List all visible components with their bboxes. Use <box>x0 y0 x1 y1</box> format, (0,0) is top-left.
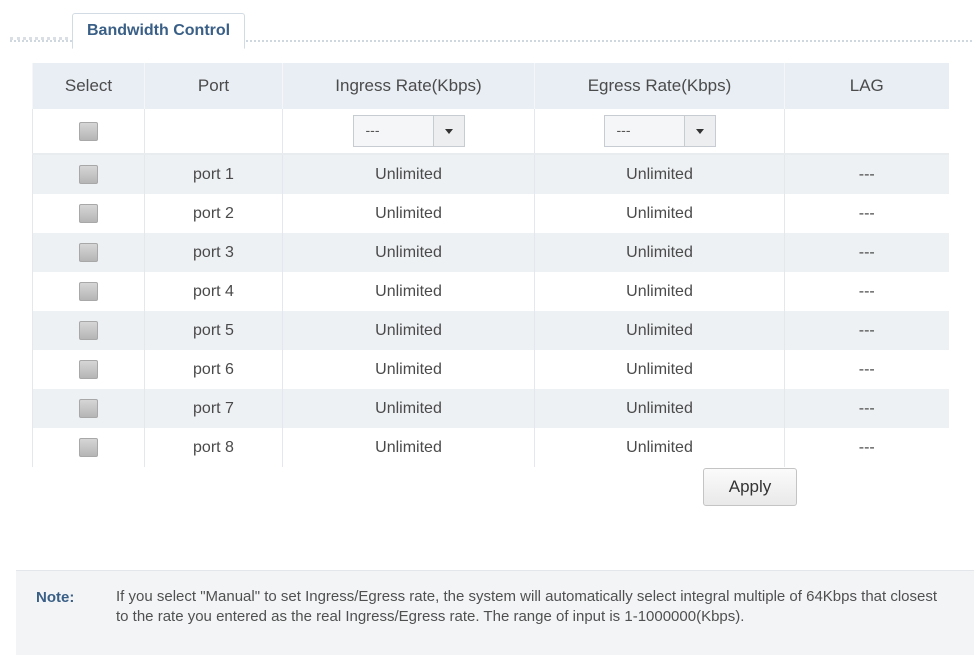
tab-bandwidth-control[interactable]: Bandwidth Control <box>72 13 246 49</box>
ingress-cell: Unlimited <box>282 428 535 467</box>
lag-cell: --- <box>784 154 949 194</box>
bandwidth-table-container: Select Port Ingress Rate(Kbps) Egress Ra… <box>32 63 949 467</box>
egress-cell: Unlimited <box>534 389 785 428</box>
column-header-ingress-rate: Ingress Rate(Kbps) <box>282 63 535 109</box>
table-row: port 5 Unlimited Unlimited --- <box>32 311 949 350</box>
select-cell <box>32 194 145 233</box>
table-row: port 4 Unlimited Unlimited --- <box>32 272 949 311</box>
row-checkbox[interactable] <box>79 243 98 262</box>
chevron-down-icon <box>695 129 704 134</box>
egress-cell: Unlimited <box>534 428 785 467</box>
table-row: port 1 Unlimited Unlimited --- <box>32 154 949 194</box>
table-row: port 2 Unlimited Unlimited --- <box>32 194 949 233</box>
select-cell <box>32 350 145 389</box>
row-checkbox[interactable] <box>79 204 98 223</box>
select-cell <box>32 272 145 311</box>
egress-cell: Unlimited <box>534 350 785 389</box>
egress-cell: Unlimited <box>534 194 785 233</box>
bandwidth-table: Select Port Ingress Rate(Kbps) Egress Ra… <box>32 63 949 467</box>
ingress-cell: Unlimited <box>282 233 535 272</box>
note-panel: Note: If you select "Manual" to set Ingr… <box>16 570 974 655</box>
lag-cell: --- <box>784 194 949 233</box>
ingress-cell: Unlimited <box>282 154 535 194</box>
ingress-cell: Unlimited <box>282 350 535 389</box>
chevron-down-icon <box>444 129 453 134</box>
egress-cell: Unlimited <box>534 233 785 272</box>
filter-ingress-cell: --- <box>282 109 535 155</box>
port-cell: port 3 <box>144 233 283 272</box>
select-cell <box>32 389 145 428</box>
egress-rate-select-value: --- <box>616 122 631 138</box>
tab-bar: Bandwidth Control <box>10 10 972 49</box>
port-cell: port 2 <box>144 194 283 233</box>
select-cell <box>32 311 145 350</box>
table-header-row: Select Port Ingress Rate(Kbps) Egress Ra… <box>32 63 949 109</box>
filter-egress-cell: --- <box>534 109 785 155</box>
note-label: Note: <box>36 589 75 606</box>
row-checkbox[interactable] <box>79 360 98 379</box>
port-cell: port 5 <box>144 311 283 350</box>
ingress-cell: Unlimited <box>282 389 535 428</box>
ingress-cell: Unlimited <box>282 194 535 233</box>
lag-cell: --- <box>784 233 949 272</box>
row-checkbox[interactable] <box>79 438 98 457</box>
port-cell: port 7 <box>144 389 283 428</box>
table-row: port 7 Unlimited Unlimited --- <box>32 389 949 428</box>
select-cell <box>32 233 145 272</box>
ingress-rate-select[interactable]: --- <box>352 115 465 147</box>
filter-select-cell <box>32 109 145 155</box>
column-header-select: Select <box>32 63 145 109</box>
lag-cell: --- <box>784 428 949 467</box>
port-cell: port 6 <box>144 350 283 389</box>
row-checkbox[interactable] <box>79 165 98 184</box>
column-header-port: Port <box>144 63 283 109</box>
egress-dropdown-button[interactable] <box>683 116 715 146</box>
note-text: If you select "Manual" to set Ingress/Eg… <box>116 588 938 625</box>
lag-cell: --- <box>784 272 949 311</box>
table-row: port 8 Unlimited Unlimited --- <box>32 428 949 467</box>
port-cell: port 4 <box>144 272 283 311</box>
select-all-checkbox[interactable] <box>79 121 98 141</box>
filter-lag-cell <box>784 109 949 155</box>
ingress-cell: Unlimited <box>282 311 535 350</box>
egress-cell: Unlimited <box>534 311 785 350</box>
apply-button[interactable]: Apply <box>703 468 797 506</box>
column-header-lag: LAG <box>784 63 949 109</box>
port-cell: port 8 <box>144 428 283 467</box>
egress-cell: Unlimited <box>534 154 785 194</box>
select-cell <box>32 154 145 194</box>
port-cell: port 1 <box>144 154 283 194</box>
filter-row: --- --- <box>32 109 949 155</box>
column-header-egress-rate: Egress Rate(Kbps) <box>534 63 785 109</box>
lag-cell: --- <box>784 389 949 428</box>
table-row: port 6 Unlimited Unlimited --- <box>32 350 949 389</box>
egress-rate-select[interactable]: --- <box>603 115 716 147</box>
lag-cell: --- <box>784 350 949 389</box>
lag-cell: --- <box>784 311 949 350</box>
row-checkbox[interactable] <box>79 282 98 301</box>
row-checkbox[interactable] <box>79 321 98 340</box>
ingress-rate-select-value: --- <box>365 122 380 138</box>
ingress-cell: Unlimited <box>282 272 535 311</box>
table-row: port 3 Unlimited Unlimited --- <box>32 233 949 272</box>
select-cell <box>32 428 145 467</box>
egress-cell: Unlimited <box>534 272 785 311</box>
row-checkbox[interactable] <box>79 399 98 418</box>
ingress-dropdown-button[interactable] <box>432 116 464 146</box>
filter-port-cell <box>144 109 283 155</box>
